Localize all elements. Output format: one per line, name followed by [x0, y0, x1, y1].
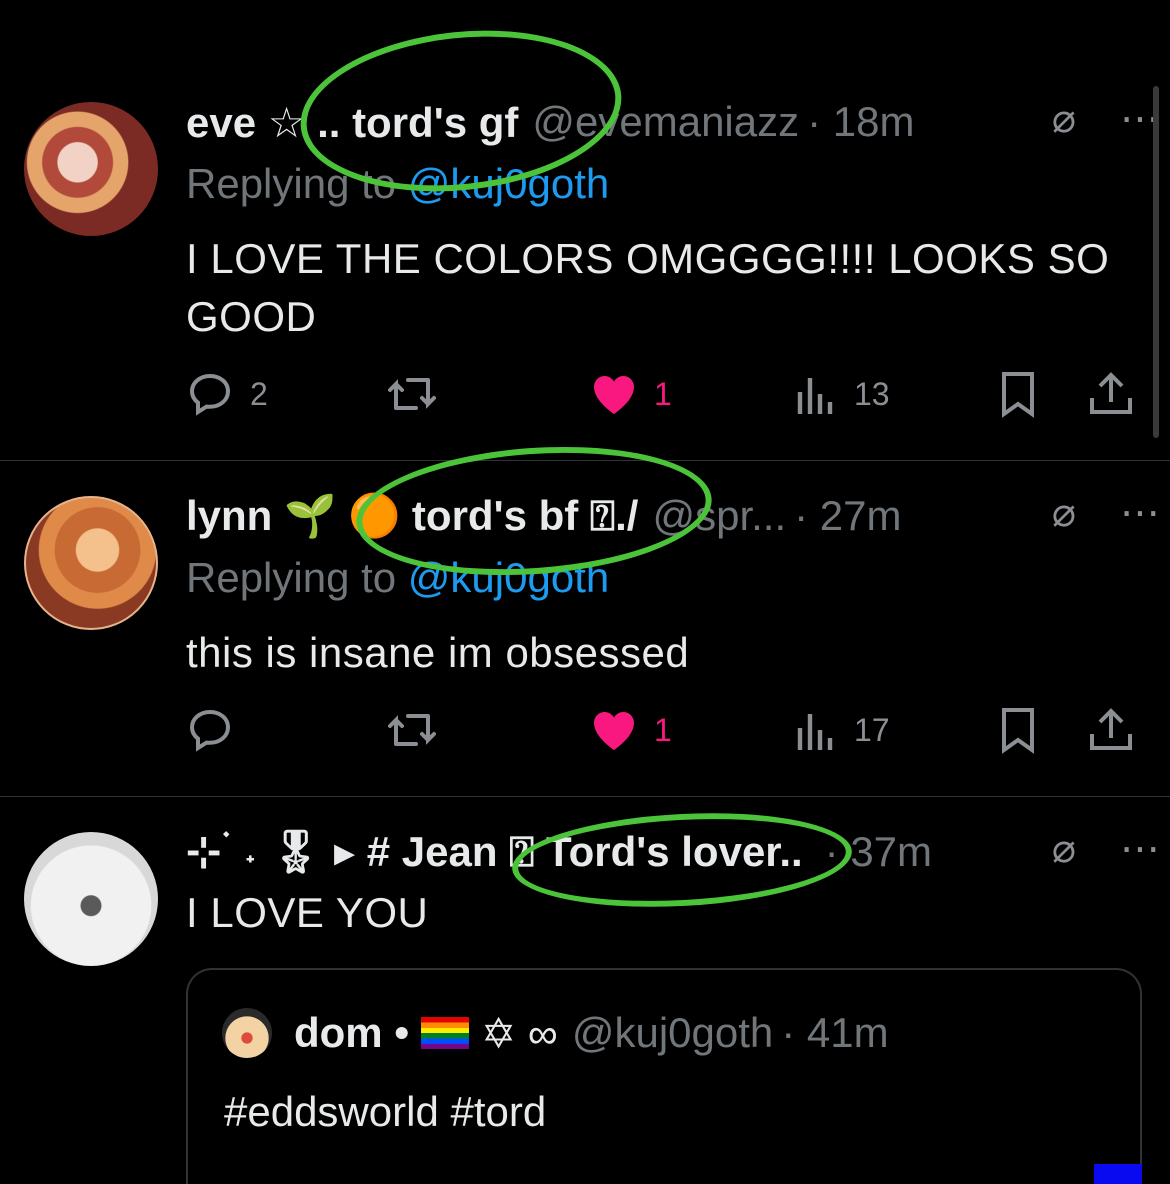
- replying-to: Replying to @kuj0goth: [186, 160, 609, 208]
- like-button[interactable]: 1: [590, 700, 672, 760]
- action-bar: 1 17: [186, 700, 1146, 760]
- like-button[interactable]: 1: [590, 364, 672, 424]
- bookmark-button[interactable]: [998, 364, 1038, 424]
- repost-button[interactable]: [386, 364, 438, 424]
- reply-icon: [189, 373, 231, 416]
- share-button[interactable]: [1088, 700, 1134, 760]
- timestamp[interactable]: · 18m: [807, 98, 914, 146]
- replying-prefix: Replying to: [186, 554, 408, 601]
- reply-button[interactable]: [186, 700, 250, 760]
- post-eve[interactable]: eve ☆ .. tord's gf @evemaniazz · 18m ⌀ ⋯…: [0, 0, 1170, 460]
- avatar[interactable]: [24, 496, 158, 630]
- bookmark-button[interactable]: [998, 700, 1038, 760]
- action-bar: 2 1 13: [186, 364, 1146, 424]
- quoted-name-suffix: ✡ ∞: [481, 1009, 558, 1057]
- like-count: 1: [654, 375, 672, 412]
- header-actions: ⌀ ⋯: [1052, 490, 1160, 536]
- replying-to: Replying to @kuj0goth: [186, 554, 609, 602]
- quoted-handle[interactable]: @kuj0goth: [572, 1009, 773, 1057]
- timestamp[interactable]: · 27m: [794, 492, 901, 540]
- timestamp[interactable]: · 37m: [825, 828, 932, 876]
- views-button[interactable]: 17: [796, 700, 890, 760]
- views-icon: [797, 378, 833, 414]
- more-icon[interactable]: ⋯: [1120, 826, 1160, 872]
- post-text: this is insane im obsessed: [186, 629, 690, 676]
- heart-icon: [594, 376, 634, 414]
- header-actions: ⌀ ⋯: [1052, 826, 1160, 872]
- display-name[interactable]: eve ☆ .. tord's gf: [186, 98, 518, 147]
- replying-mention[interactable]: @kuj0goth: [408, 554, 609, 601]
- header-actions: ⌀ ⋯: [1052, 96, 1160, 142]
- display-name[interactable]: lynn 🌱 🟠 tord's bf ⍰./: [186, 492, 638, 541]
- post-header: lynn 🌱 🟠 tord's bf ⍰./ @spr... · 27m: [186, 486, 1146, 546]
- post-header: eve ☆ .. tord's gf @evemaniazz · 18m: [186, 92, 1146, 152]
- quoted-post[interactable]: dom • ✡ ∞ @kuj0goth · 41m #eddsworld #to…: [186, 968, 1142, 1184]
- blue-marker: [1094, 1164, 1142, 1184]
- bookmark-icon: [1002, 708, 1034, 754]
- post-lynn[interactable]: lynn 🌱 🟠 tord's bf ⍰./ @spr... · 27m ⌀ ⋯…: [0, 435, 1170, 796]
- share-button[interactable]: [1088, 364, 1134, 424]
- quoted-timestamp[interactable]: · 41m: [781, 1009, 888, 1057]
- replying-prefix: Replying to: [186, 160, 408, 207]
- heart-icon: [594, 712, 634, 750]
- reply-button[interactable]: 2: [186, 364, 268, 424]
- repost-icon: [388, 714, 436, 746]
- repost-button[interactable]: [386, 700, 438, 760]
- view-count: 13: [854, 375, 890, 412]
- replying-mention[interactable]: @kuj0goth: [408, 160, 609, 207]
- post-text: I LOVE YOU: [186, 889, 429, 936]
- view-count: 17: [854, 711, 890, 748]
- reply-icon: [189, 709, 231, 752]
- quoted-display-name[interactable]: dom •: [294, 1009, 409, 1057]
- like-count: 1: [654, 711, 672, 748]
- post-header: ⊹ ࣪ ˖ 🎖 ▸ # Jean ⍰ Tord's lover.. · 37m: [186, 822, 1146, 882]
- slash-circle-icon[interactable]: ⌀: [1052, 96, 1076, 142]
- bookmark-icon: [1002, 372, 1034, 418]
- rainbow-flag-icon: [421, 1017, 470, 1049]
- views-icon: [797, 714, 833, 750]
- handle[interactable]: @evemaniazz: [532, 98, 799, 146]
- display-name[interactable]: ⊹ ࣪ ˖ 🎖 ▸ # Jean ⍰ Tord's lover..: [186, 827, 803, 877]
- avatar[interactable]: [222, 1008, 272, 1058]
- avatar[interactable]: [24, 832, 158, 966]
- repost-icon: [388, 378, 436, 410]
- quoted-text: #eddsworld #tord: [224, 1088, 547, 1135]
- views-button[interactable]: 13: [796, 364, 890, 424]
- avatar[interactable]: [24, 102, 158, 236]
- slash-circle-icon[interactable]: ⌀: [1052, 826, 1076, 872]
- more-icon[interactable]: ⋯: [1120, 490, 1160, 536]
- scrollbar[interactable]: [1153, 86, 1159, 438]
- share-icon: [1090, 372, 1132, 414]
- reply-count: 2: [250, 375, 268, 412]
- post-text: I LOVE THE COLORS OMGGGG!!!! LOOKS SO GO…: [186, 235, 1110, 340]
- slash-circle-icon[interactable]: ⌀: [1052, 490, 1076, 536]
- handle[interactable]: @spr...: [652, 492, 786, 540]
- share-icon: [1090, 708, 1132, 750]
- quoted-header: dom • ✡ ∞ @kuj0goth · 41m: [222, 1008, 889, 1058]
